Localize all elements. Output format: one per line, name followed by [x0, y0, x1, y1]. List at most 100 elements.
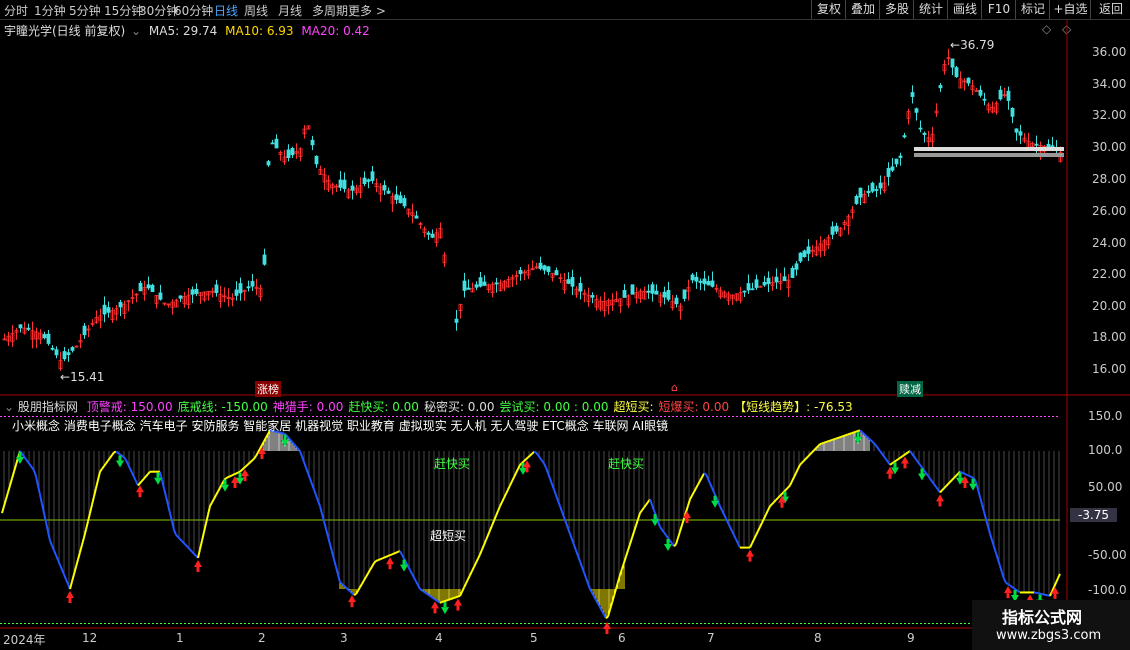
candle-body	[422, 228, 427, 233]
trend-line	[939, 489, 943, 494]
period-2[interactable]: 5分钟	[69, 2, 101, 19]
trend-line	[679, 524, 683, 532]
period-3[interactable]: 15分钟	[104, 2, 143, 19]
chart-options-icon[interactable]: ◇	[1062, 22, 1071, 36]
trend-line	[181, 540, 185, 544]
candle-body	[810, 249, 815, 252]
candle-body	[890, 166, 895, 171]
period-4[interactable]: 30分钟	[139, 2, 178, 19]
candle-body	[454, 318, 459, 323]
candle-body	[910, 92, 915, 97]
candle-body	[934, 110, 939, 114]
candle-body	[966, 77, 971, 84]
period-0[interactable]: 分时	[4, 2, 28, 19]
toolbar-button-0[interactable]: 复权	[811, 0, 846, 19]
trend-line	[881, 453, 885, 458]
buy-arrow	[231, 476, 239, 483]
trend-line	[991, 539, 995, 547]
trend-line	[49, 540, 53, 546]
period-7[interactable]: 周线	[244, 2, 268, 19]
buy-arrow	[523, 460, 531, 468]
trend-line	[711, 487, 715, 493]
candle-body	[894, 158, 899, 165]
trend-line	[313, 489, 317, 496]
candle-body	[746, 283, 751, 291]
buy-arrow	[603, 622, 611, 630]
trend-line	[537, 454, 541, 459]
toolbar-button-6[interactable]: 标记	[1015, 0, 1050, 19]
price-tick: 28.00	[1092, 172, 1127, 186]
trend-line	[963, 472, 967, 476]
toolbar-button-3[interactable]: 统计	[913, 0, 948, 19]
toolbar-button-4[interactable]: 画线	[947, 0, 982, 19]
trend-line	[559, 505, 563, 513]
candle-body	[494, 282, 499, 285]
period-5[interactable]: 60分钟	[174, 2, 213, 19]
trend-line	[341, 583, 345, 587]
trend-line	[665, 534, 669, 539]
trend-line	[405, 561, 409, 567]
toolbar-button-1[interactable]: 叠加	[845, 0, 880, 19]
candle-body	[530, 268, 535, 270]
candle-body	[434, 232, 439, 243]
trend-line	[265, 433, 269, 439]
trend-line	[39, 494, 43, 505]
trend-line	[859, 429, 863, 433]
trend-line	[563, 516, 567, 524]
toolbar-button-5[interactable]: F10	[981, 0, 1016, 19]
trend-line	[11, 471, 15, 479]
sell-arrow	[971, 478, 975, 484]
period-6[interactable]: 日线	[214, 2, 238, 19]
candle-body	[254, 286, 259, 289]
candle-body	[22, 327, 27, 334]
period-9[interactable]: 多周期	[312, 2, 348, 19]
buy-arrow	[525, 467, 529, 473]
trend-line	[355, 590, 359, 595]
trend-line	[699, 476, 703, 482]
price-tick: 16.00	[1092, 362, 1127, 376]
trend-line	[189, 548, 193, 553]
period-1[interactable]: 1分钟	[34, 2, 66, 19]
trend-line	[561, 511, 565, 518]
trend-line	[655, 515, 659, 522]
chart-settings-icon[interactable]: ◇	[1042, 22, 1051, 36]
candle-body	[378, 186, 383, 195]
trend-line	[101, 465, 105, 470]
candle-body	[978, 89, 983, 96]
trend-line	[207, 505, 211, 516]
collapse-icon[interactable]: ⌄	[131, 24, 141, 38]
trend-line	[529, 453, 533, 457]
indicator-param: 【短线趋势】: -76.53	[734, 400, 853, 414]
toolbar-button-2[interactable]: 多股	[879, 0, 914, 19]
event-tag-3[interactable]: 赎减	[897, 381, 923, 397]
trend-line	[805, 455, 809, 460]
price-tick: 24.00	[1092, 236, 1127, 250]
toolbar-button-7[interactable]: +自选	[1049, 0, 1091, 19]
trend-line	[211, 498, 215, 503]
trend-line	[573, 544, 577, 551]
trend-line	[983, 511, 987, 520]
trend-line	[889, 462, 893, 466]
candle-body	[418, 223, 423, 225]
trend-line	[661, 529, 665, 534]
trend-line	[259, 444, 263, 450]
trend-line	[343, 585, 347, 589]
candle-body	[686, 287, 691, 292]
period-10[interactable]: 更多 >	[348, 2, 386, 19]
period-8[interactable]: 月线	[278, 2, 302, 19]
candle-body	[490, 283, 495, 294]
toolbar-button-8[interactable]: 返回	[1090, 0, 1130, 19]
trend-line	[367, 569, 371, 574]
candle-body	[18, 324, 23, 329]
candle-body	[442, 254, 447, 264]
candle-body	[50, 347, 55, 350]
event-tag-2[interactable]: ⌂	[671, 381, 678, 394]
trend-line	[13, 464, 17, 472]
event-tag-1[interactable]: 涨榜	[255, 381, 281, 397]
trend-line	[99, 468, 103, 473]
candle-body	[302, 128, 307, 135]
trend-line	[701, 473, 705, 478]
buy-arrow	[243, 476, 247, 482]
indicator-collapse-icon[interactable]: ⌄	[4, 400, 14, 414]
trend-line	[177, 536, 181, 540]
